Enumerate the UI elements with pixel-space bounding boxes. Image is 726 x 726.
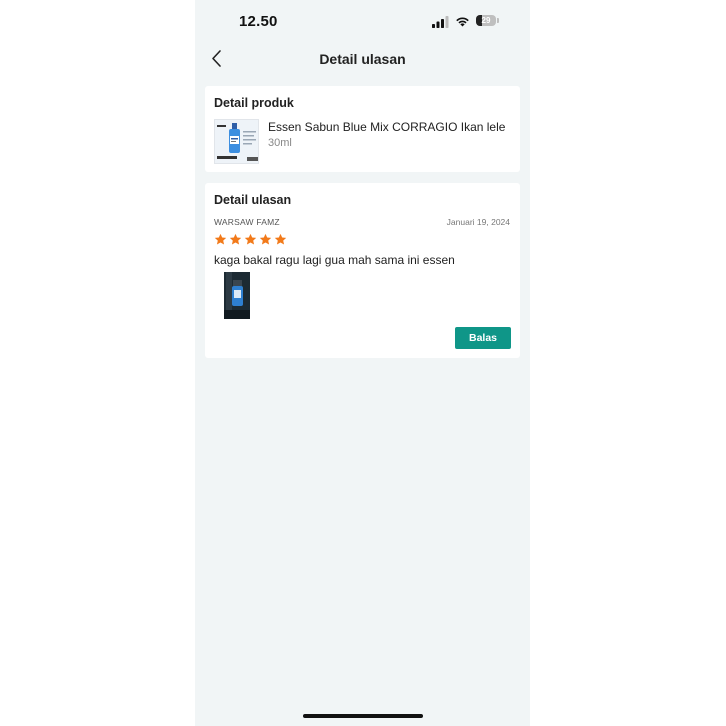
home-indicator: [303, 714, 423, 718]
review-card: Detail ulasan WARSAW FAMZ Januari 19, 20…: [205, 183, 520, 358]
reply-button[interactable]: Balas: [455, 327, 511, 349]
star-icon: [229, 233, 242, 245]
star-rating: [214, 233, 289, 246]
star-icon: [244, 233, 257, 245]
page-title: Detail ulasan: [319, 51, 406, 67]
star-icon: [259, 233, 272, 245]
product-variant: 30ml: [268, 137, 292, 149]
review-card-title: Detail ulasan: [214, 193, 292, 207]
nav-bar: Detail ulasan: [195, 44, 530, 74]
status-time: 12.50: [239, 13, 278, 30]
battery-body: 29: [476, 15, 496, 26]
product-card[interactable]: Detail produk Essen Sabun Blue Mix CORRA…: [205, 86, 520, 172]
star-icon: [274, 233, 287, 245]
wifi-icon: [456, 17, 469, 27]
review-photo[interactable]: [224, 272, 250, 319]
star-icon: [214, 233, 227, 245]
review-text: kaga bakal ragu lagi gua mah sama ini es…: [214, 253, 455, 267]
signal-icon: [432, 16, 449, 28]
battery-level: 29: [481, 16, 491, 25]
review-date: Januari 19, 2024: [446, 217, 510, 227]
product-image: [214, 119, 259, 164]
battery-cap: [497, 18, 499, 23]
battery-icon: 29: [476, 15, 499, 27]
phone-screen: 12.50 29 Detail ulasan Detail produk Ess…: [195, 0, 530, 726]
product-name: Essen Sabun Blue Mix CORRAGIO Ikan lele: [268, 120, 506, 134]
product-card-title: Detail produk: [214, 96, 294, 110]
status-bar: 12.50 29: [195, 0, 530, 44]
reviewer-name: WARSAW FAMZ: [214, 217, 280, 227]
